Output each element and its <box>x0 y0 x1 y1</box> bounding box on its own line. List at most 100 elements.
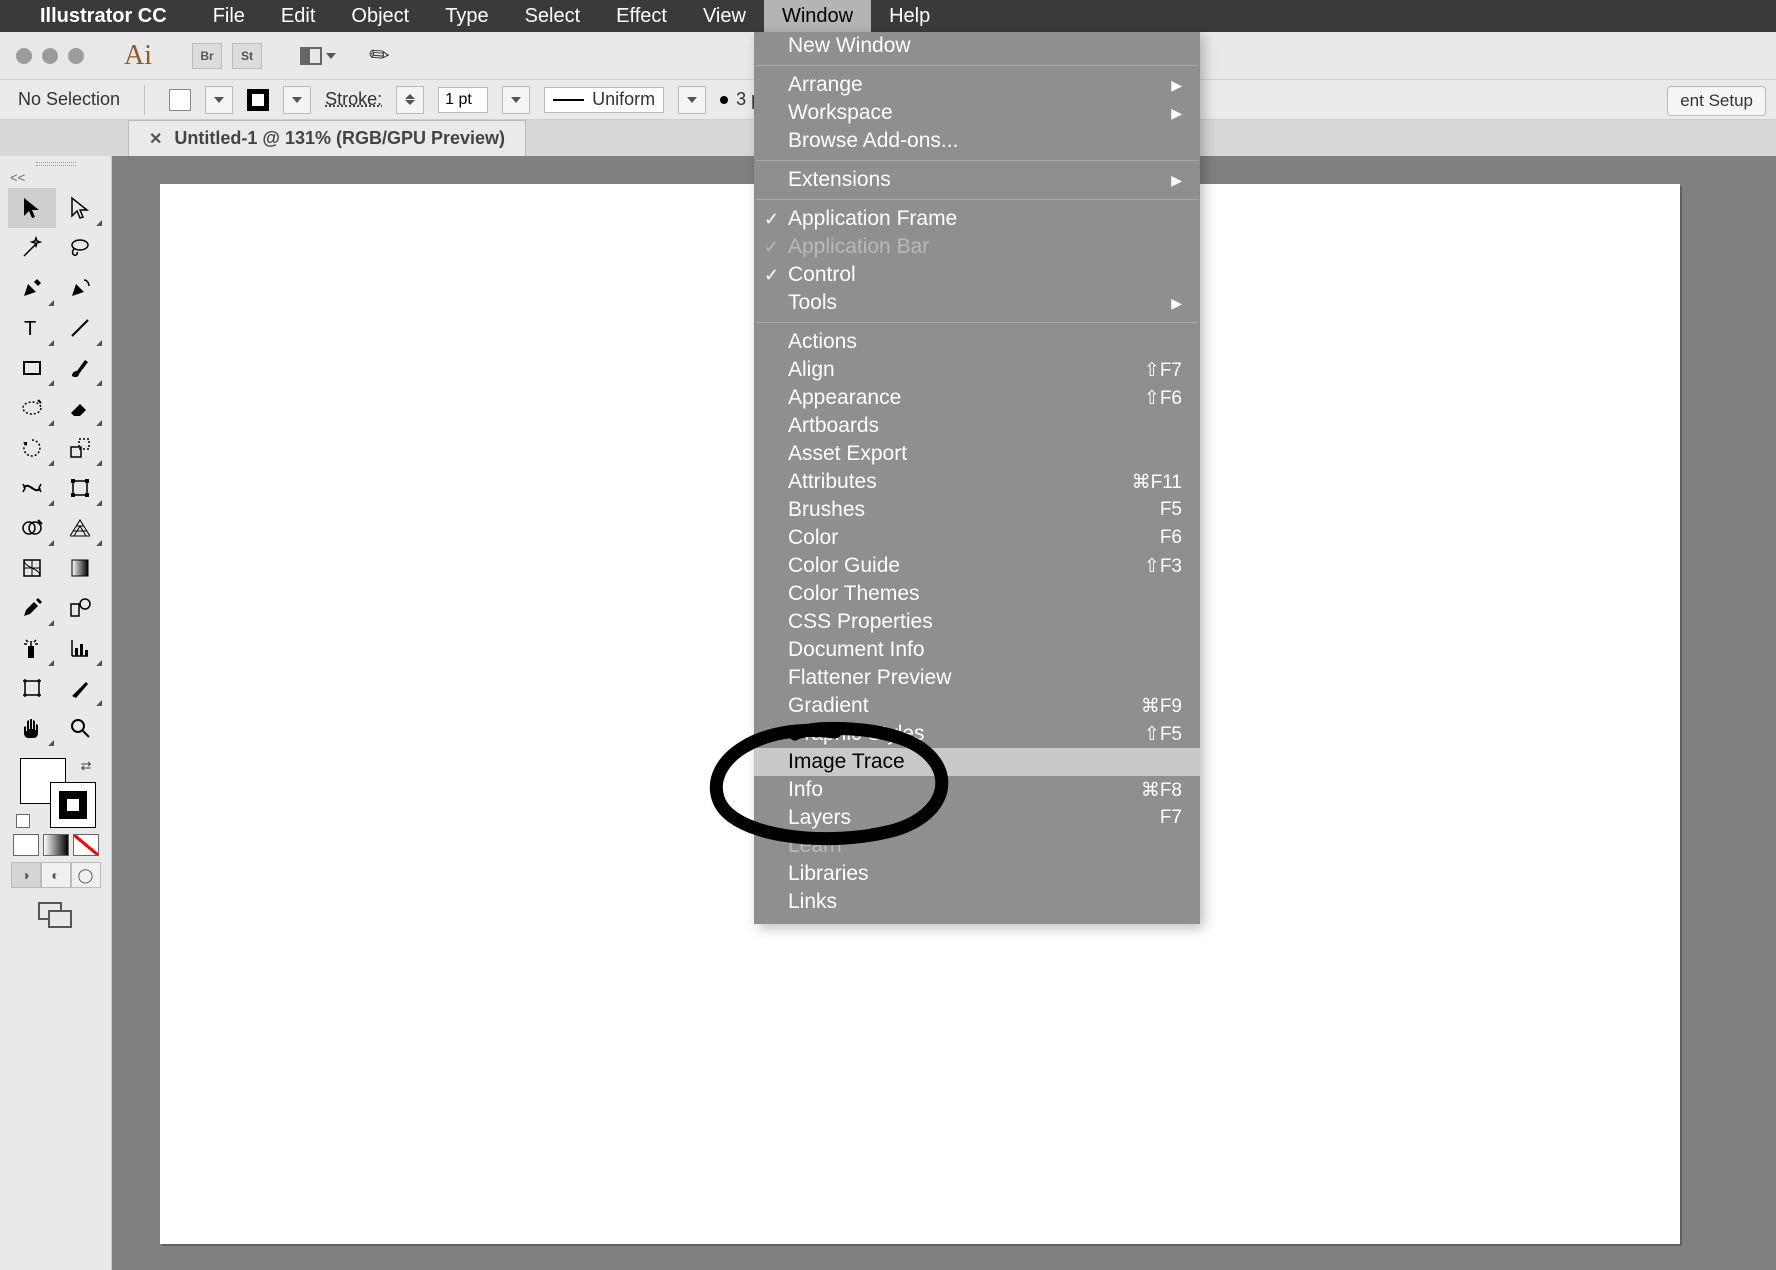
slice-tool[interactable] <box>56 668 104 708</box>
menu-item-align[interactable]: Align⇧F7 <box>754 356 1200 384</box>
close-window-icon[interactable] <box>16 48 32 64</box>
zoom-window-icon[interactable] <box>68 48 84 64</box>
rectangle-tool[interactable] <box>8 348 56 388</box>
pen-tool[interactable] <box>8 268 56 308</box>
menu-edit[interactable]: Edit <box>263 0 333 32</box>
perspective-grid-tool[interactable] <box>56 508 104 548</box>
menu-item-links[interactable]: Links <box>754 888 1200 916</box>
stock-button[interactable]: St <box>232 43 262 69</box>
collapse-panel-icon[interactable]: << <box>10 170 25 185</box>
gpu-performance-icon[interactable]: ✎ <box>363 38 397 73</box>
menu-item-gradient[interactable]: Gradient⌘F9 <box>754 692 1200 720</box>
menubar-app-name[interactable]: Illustrator CC <box>40 5 167 28</box>
swap-fill-stroke-icon[interactable]: ⇄ <box>81 758 92 774</box>
type-tool[interactable]: T <box>8 308 56 348</box>
fill-swatch[interactable] <box>169 89 191 111</box>
menu-item-control[interactable]: ✓Control <box>754 261 1200 289</box>
mesh-tool[interactable] <box>8 548 56 588</box>
document-tab[interactable]: ✕ Untitled-1 @ 131% (RGB/GPU Preview) <box>128 120 526 156</box>
magic-wand-tool[interactable] <box>8 228 56 268</box>
zoom-tool[interactable] <box>56 708 104 748</box>
menu-item-info[interactable]: Info⌘F8 <box>754 776 1200 804</box>
menu-help[interactable]: Help <box>871 0 948 32</box>
menu-item-actions[interactable]: Actions <box>754 328 1200 356</box>
menu-item-flattener-preview[interactable]: Flattener Preview <box>754 664 1200 692</box>
paintbrush-tool[interactable] <box>56 348 104 388</box>
draw-behind-icon[interactable]: ◐ <box>41 862 71 888</box>
stroke-label[interactable]: Stroke: <box>325 89 382 110</box>
color-mode-solid[interactable] <box>13 834 39 856</box>
stroke-weight-input[interactable] <box>438 87 488 113</box>
menu-view[interactable]: View <box>685 0 764 32</box>
close-tab-icon[interactable]: ✕ <box>149 129 162 149</box>
menu-item-arrange[interactable]: Arrange▶ <box>754 71 1200 99</box>
menu-object[interactable]: Object <box>333 0 427 32</box>
menu-item-browse-add-ons[interactable]: Browse Add-ons... <box>754 127 1200 155</box>
shape-builder-tool[interactable] <box>8 508 56 548</box>
menu-item-layers[interactable]: LayersF7 <box>754 804 1200 832</box>
menu-select[interactable]: Select <box>507 0 599 32</box>
minimize-window-icon[interactable] <box>42 48 58 64</box>
stroke-swatch[interactable] <box>247 89 269 111</box>
free-transform-tool[interactable] <box>56 468 104 508</box>
stroke-color-icon[interactable] <box>50 782 96 828</box>
blend-tool[interactable] <box>56 588 104 628</box>
draw-normal-icon[interactable]: ◑ <box>11 862 41 888</box>
menu-item-asset-export[interactable]: Asset Export <box>754 440 1200 468</box>
stroke-profile-dropdown[interactable] <box>678 86 706 114</box>
scale-tool[interactable] <box>56 428 104 468</box>
hand-tool[interactable] <box>8 708 56 748</box>
menu-item-libraries[interactable]: Libraries <box>754 860 1200 888</box>
line-segment-tool[interactable] <box>56 308 104 348</box>
menu-item-extensions[interactable]: Extensions▶ <box>754 166 1200 194</box>
eyedropper-tool[interactable] <box>8 588 56 628</box>
stroke-weight-dropdown[interactable] <box>502 86 530 114</box>
menu-item-artboards[interactable]: Artboards <box>754 412 1200 440</box>
menu-item-color-themes[interactable]: Color Themes <box>754 580 1200 608</box>
menu-item-color-guide[interactable]: Color Guide⇧F3 <box>754 552 1200 580</box>
draw-inside-icon[interactable]: ◯ <box>71 862 101 888</box>
width-tool[interactable] <box>8 468 56 508</box>
rotate-tool[interactable] <box>8 428 56 468</box>
color-mode-none[interactable] <box>73 834 99 856</box>
menu-item-image-trace[interactable]: Image Trace <box>754 748 1200 776</box>
eraser-tool[interactable] <box>56 388 104 428</box>
panel-grip-icon[interactable] <box>36 162 76 166</box>
gradient-tool[interactable] <box>56 548 104 588</box>
stroke-profile-select[interactable]: Uniform <box>544 87 664 113</box>
menu-file[interactable]: File <box>195 0 263 32</box>
menu-window[interactable]: Window <box>764 0 871 32</box>
arrange-documents-button[interactable] <box>300 47 336 65</box>
menu-item-appearance[interactable]: Appearance⇧F6 <box>754 384 1200 412</box>
fill-stroke-control[interactable]: ⇄ <box>16 758 96 828</box>
direct-selection-tool[interactable] <box>56 188 104 228</box>
menu-type[interactable]: Type <box>427 0 506 32</box>
menu-item-brushes[interactable]: BrushesF5 <box>754 496 1200 524</box>
screen-mode-button[interactable] <box>38 902 74 930</box>
menu-item-workspace[interactable]: Workspace▶ <box>754 99 1200 127</box>
menu-item-new-window[interactable]: New Window <box>754 32 1200 60</box>
menu-item-label: Tools <box>788 291 837 315</box>
default-fill-stroke-icon[interactable] <box>16 814 30 828</box>
menu-item-attributes[interactable]: Attributes⌘F11 <box>754 468 1200 496</box>
menu-effect[interactable]: Effect <box>598 0 685 32</box>
menu-item-application-frame[interactable]: ✓Application Frame <box>754 205 1200 233</box>
menu-item-document-info[interactable]: Document Info <box>754 636 1200 664</box>
curvature-tool[interactable] <box>56 268 104 308</box>
fill-dropdown[interactable] <box>205 86 233 114</box>
shaper-tool[interactable] <box>8 388 56 428</box>
document-setup-button[interactable]: ent Setup <box>1667 86 1766 116</box>
menu-item-color[interactable]: ColorF6 <box>754 524 1200 552</box>
bridge-button[interactable]: Br <box>192 43 222 69</box>
artboard-tool[interactable] <box>8 668 56 708</box>
menu-item-graphic-styles[interactable]: Graphic Styles⇧F5 <box>754 720 1200 748</box>
menu-item-tools[interactable]: Tools▶ <box>754 289 1200 317</box>
lasso-tool[interactable] <box>56 228 104 268</box>
symbol-sprayer-tool[interactable] <box>8 628 56 668</box>
stroke-dropdown[interactable] <box>283 86 311 114</box>
menu-item-css-properties[interactable]: CSS Properties <box>754 608 1200 636</box>
column-graph-tool[interactable] <box>56 628 104 668</box>
color-mode-gradient[interactable] <box>43 834 69 856</box>
stroke-weight-stepper[interactable] <box>396 86 424 114</box>
selection-tool[interactable] <box>8 188 56 228</box>
